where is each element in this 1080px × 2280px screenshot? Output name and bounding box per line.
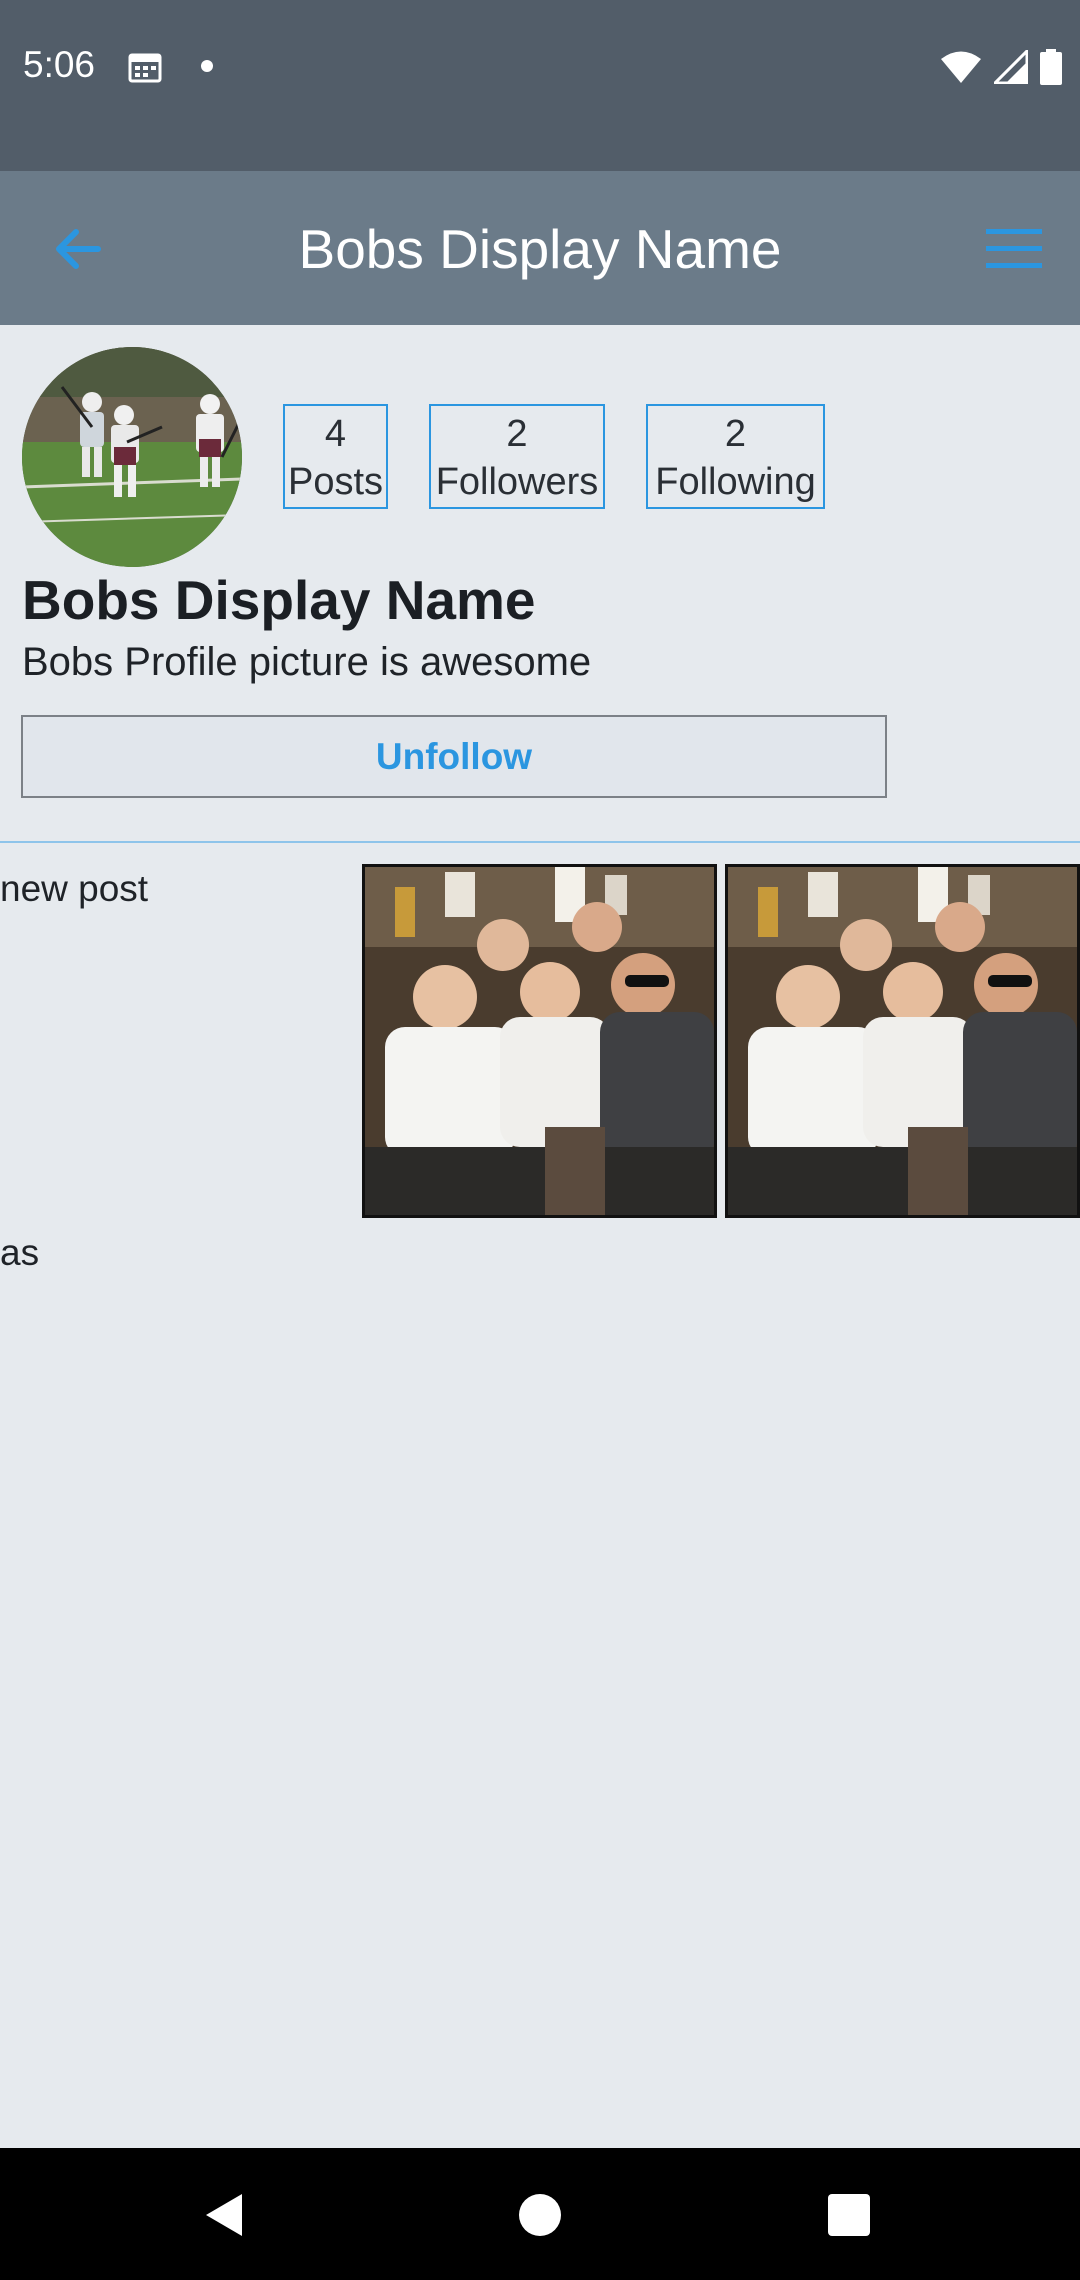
cell-signal-icon xyxy=(994,50,1028,84)
wifi-icon xyxy=(941,51,981,83)
post-caption[interactable]: new post xyxy=(0,868,148,910)
followers-count[interactable]: 2 Followers xyxy=(429,404,605,509)
back-triangle-icon[interactable] xyxy=(204,2192,244,2238)
hamburger-menu-icon[interactable] xyxy=(986,227,1042,271)
battery-icon xyxy=(1040,49,1062,85)
following-count[interactable]: 2 Following xyxy=(646,404,825,509)
status-bar: 5:06 xyxy=(0,0,1080,171)
group-photo xyxy=(728,867,1077,1215)
app-bar: Bobs Display Name xyxy=(0,171,1080,325)
followers-count-label: Followers xyxy=(435,461,599,503)
status-icons xyxy=(940,48,1062,86)
profile-bio: Bobs Profile picture is awesome xyxy=(22,640,592,684)
posts-count-value: 4 xyxy=(324,413,347,455)
calendar-icon xyxy=(128,53,162,83)
home-circle-icon[interactable] xyxy=(519,2194,561,2236)
notification-dot-icon xyxy=(201,60,213,72)
post-image[interactable] xyxy=(725,864,1080,1218)
followers-count-value: 2 xyxy=(506,413,528,455)
posts-count-label: Posts xyxy=(287,461,384,503)
avatar xyxy=(22,347,242,567)
avatar-photo xyxy=(22,347,242,567)
divider xyxy=(0,841,1080,843)
profile-display-name: Bobs Display Name xyxy=(22,569,536,631)
posts-count[interactable]: 4 Posts xyxy=(283,404,388,509)
post-image[interactable] xyxy=(362,864,717,1218)
recents-square-icon[interactable] xyxy=(828,2194,870,2236)
group-photo xyxy=(365,867,714,1215)
system-nav-bar xyxy=(0,2148,1080,2280)
following-count-label: Following xyxy=(655,461,816,503)
post-caption[interactable]: as xyxy=(0,1232,39,1274)
status-time: 5:06 xyxy=(23,44,96,85)
following-count-value: 2 xyxy=(724,413,747,455)
page-title: Bobs Display Name xyxy=(298,218,782,280)
unfollow-button[interactable]: Unfollow xyxy=(21,715,887,798)
